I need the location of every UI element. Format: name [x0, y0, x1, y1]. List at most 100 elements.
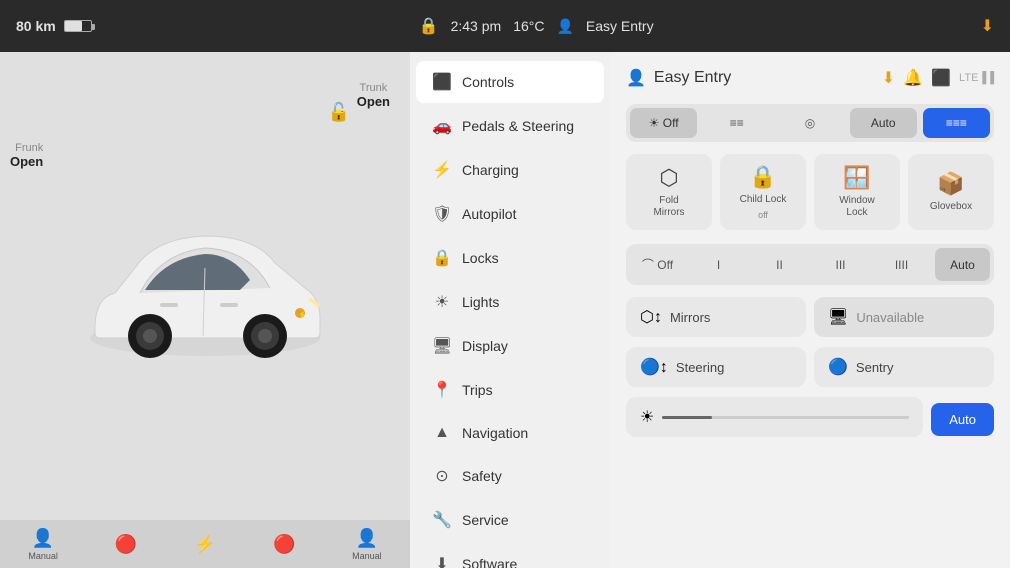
wiper-btn-auto[interactable]: Auto	[935, 248, 990, 281]
locks-label: Locks	[462, 250, 499, 266]
child-lock-card[interactable]: 🔒 Child Lock off	[720, 154, 806, 230]
sidebar-item-navigation[interactable]: ▲ Navigation	[416, 413, 604, 453]
sentry-label: Sentry	[856, 360, 980, 375]
light-btn-parking[interactable]: ≡≡	[703, 108, 770, 138]
unavailable-card: 🖥 Unavailable	[814, 297, 994, 337]
sun-icon-off: ☀	[649, 116, 660, 130]
charging-icon: ⚡	[432, 160, 452, 180]
sidebar-item-safety[interactable]: ⊙ Safety	[416, 455, 604, 497]
safety-icon: ⊙	[432, 466, 452, 486]
navigation-label: Navigation	[462, 425, 528, 441]
car-bottom-bar: 👤 Manual 🔴 ⚡ 🔴 👤 Manual	[0, 520, 410, 568]
software-label: Software	[462, 556, 517, 568]
bottom-item-2: 🔴	[115, 534, 137, 555]
sidebar-item-software[interactable]: ⬇ Software	[416, 543, 604, 568]
mirrors-card[interactable]: ⬡↕ Mirrors	[626, 297, 806, 337]
steering-sentry-row: 🔵↕ Steering 🔵 Sentry	[626, 347, 994, 387]
sidebar-item-pedals[interactable]: 🚗 Pedals & Steering	[416, 105, 604, 147]
mirrors-label: Mirrors	[670, 310, 792, 325]
unavailable-label: Unavailable	[856, 310, 924, 325]
download-icon[interactable]: ⬇	[981, 16, 994, 36]
brightness-fill	[662, 416, 711, 419]
steering-label: Steering	[676, 360, 792, 375]
service-label: Service	[462, 512, 509, 528]
download-icon-header: ⬇	[882, 68, 895, 88]
bottom-item-1: 👤 Manual	[28, 528, 58, 561]
main-area: Trunk Open 🔓	[0, 52, 1010, 568]
mirrors-sentry-row: ⬡↕ Mirrors 🖥 Unavailable	[626, 297, 994, 337]
menu-panel: ⬛ Controls 🚗 Pedals & Steering ⚡ Chargin…	[410, 52, 610, 568]
trunk-label: Trunk Open	[357, 82, 390, 109]
locks-icon: 🔒	[432, 248, 452, 268]
pedals-icon: 🚗	[432, 116, 452, 136]
steering-card[interactable]: 🔵↕ Steering	[626, 347, 806, 387]
mirrors-icon: ⬡↕	[640, 307, 662, 327]
controls-header: 👤 Easy Entry ⬇ 🔔 ⬛ LTE▐▐	[626, 68, 994, 88]
brightness-slider-card[interactable]: ☀	[626, 397, 923, 437]
car-panel: Trunk Open 🔓	[0, 52, 410, 568]
lights-icon: ☀	[432, 292, 452, 312]
controls-title: Easy Entry	[654, 69, 731, 87]
window-lock-card[interactable]: 🪟 WindowLock	[814, 154, 900, 230]
sentry-card[interactable]: 🔵 Sentry	[814, 347, 994, 387]
battery-icon	[64, 20, 92, 32]
wiper-btn-off[interactable]: ⌒ Off	[630, 248, 685, 281]
sidebar-item-locks[interactable]: 🔒 Locks	[416, 237, 604, 279]
light-btn-auto[interactable]: Auto	[850, 108, 917, 138]
person-icon: 👤	[556, 18, 573, 35]
lte-icon: LTE▐▐	[959, 72, 994, 84]
person-icon-header: 👤	[626, 68, 646, 88]
brightness-track[interactable]	[662, 416, 909, 419]
light-buttons-group: ☀ Off ≡≡ ◎ Auto ≡≡≡	[626, 104, 994, 142]
time-display: 2:43 pm	[451, 18, 502, 34]
bottom-item-5: 👤 Manual	[352, 528, 382, 561]
display-icon: 🖥	[432, 336, 452, 356]
controls-label: Controls	[462, 74, 514, 90]
status-center: 🔒 2:43 pm 16°C 👤 Easy Entry	[419, 16, 654, 36]
bluetooth-icon-header: ⬛	[931, 68, 951, 88]
profile-name: Easy Entry	[586, 18, 654, 34]
service-icon: 🔧	[432, 510, 452, 530]
window-lock-icon: 🪟	[843, 165, 870, 191]
temp-display: 16°C	[513, 18, 544, 34]
sidebar-item-autopilot[interactable]: 🛡 Autopilot	[416, 193, 604, 235]
light-btn-full[interactable]: ≡≡≡	[923, 108, 990, 138]
car-svg: ⚡	[65, 208, 345, 388]
light-btn-off[interactable]: ☀ Off	[630, 108, 697, 138]
charging-label: Charging	[462, 162, 519, 178]
safety-label: Safety	[462, 468, 502, 484]
light-btn-low[interactable]: ◎	[776, 108, 843, 138]
glovebox-card[interactable]: 📦 Glovebox	[908, 154, 994, 230]
brightness-auto-button[interactable]: Auto	[931, 403, 994, 436]
status-left: 80 km	[16, 18, 92, 34]
wiper-btn-2[interactable]: II	[752, 248, 807, 281]
brightness-sun-icon: ☀	[640, 407, 654, 427]
sidebar-item-lights[interactable]: ☀ Lights	[416, 281, 604, 323]
trips-label: Trips	[462, 382, 493, 398]
brightness-section: ☀ Auto	[626, 397, 994, 441]
sidebar-item-service[interactable]: 🔧 Service	[416, 499, 604, 541]
sidebar-item-trips[interactable]: 📍 Trips	[416, 369, 604, 411]
sentry-icon: 🔵	[828, 357, 848, 377]
svg-text:⚡: ⚡	[298, 310, 307, 319]
child-lock-icon: 🔒	[749, 164, 776, 190]
wiper-btn-1[interactable]: I	[691, 248, 746, 281]
icon-cards-row: ⬡ FoldMirrors 🔒 Child Lock off 🪟 WindowL…	[626, 154, 994, 230]
navigation-icon: ▲	[432, 424, 452, 442]
wiper-btn-4[interactable]: IIII	[874, 248, 929, 281]
sidebar-item-controls[interactable]: ⬛ Controls	[416, 61, 604, 103]
wiper-btn-3[interactable]: III	[813, 248, 868, 281]
unavailable-icon: 🖥	[828, 307, 848, 327]
status-right: ⬇	[981, 16, 994, 36]
lights-label: Lights	[462, 294, 499, 310]
fold-mirrors-card[interactable]: ⬡ FoldMirrors	[626, 154, 712, 230]
glovebox-icon: 📦	[937, 171, 964, 197]
controls-icon: ⬛	[432, 72, 452, 92]
range-value: 80 km	[16, 18, 56, 34]
status-bar: 80 km 🔒 2:43 pm 16°C 👤 Easy Entry ⬇	[0, 0, 1010, 52]
sidebar-item-charging[interactable]: ⚡ Charging	[416, 149, 604, 191]
sidebar-item-display[interactable]: 🖥 Display	[416, 325, 604, 367]
bottom-item-4: 🔴	[273, 534, 295, 555]
car-image-container: ⚡	[65, 208, 345, 393]
wiper-icon: ⌒	[642, 258, 654, 272]
